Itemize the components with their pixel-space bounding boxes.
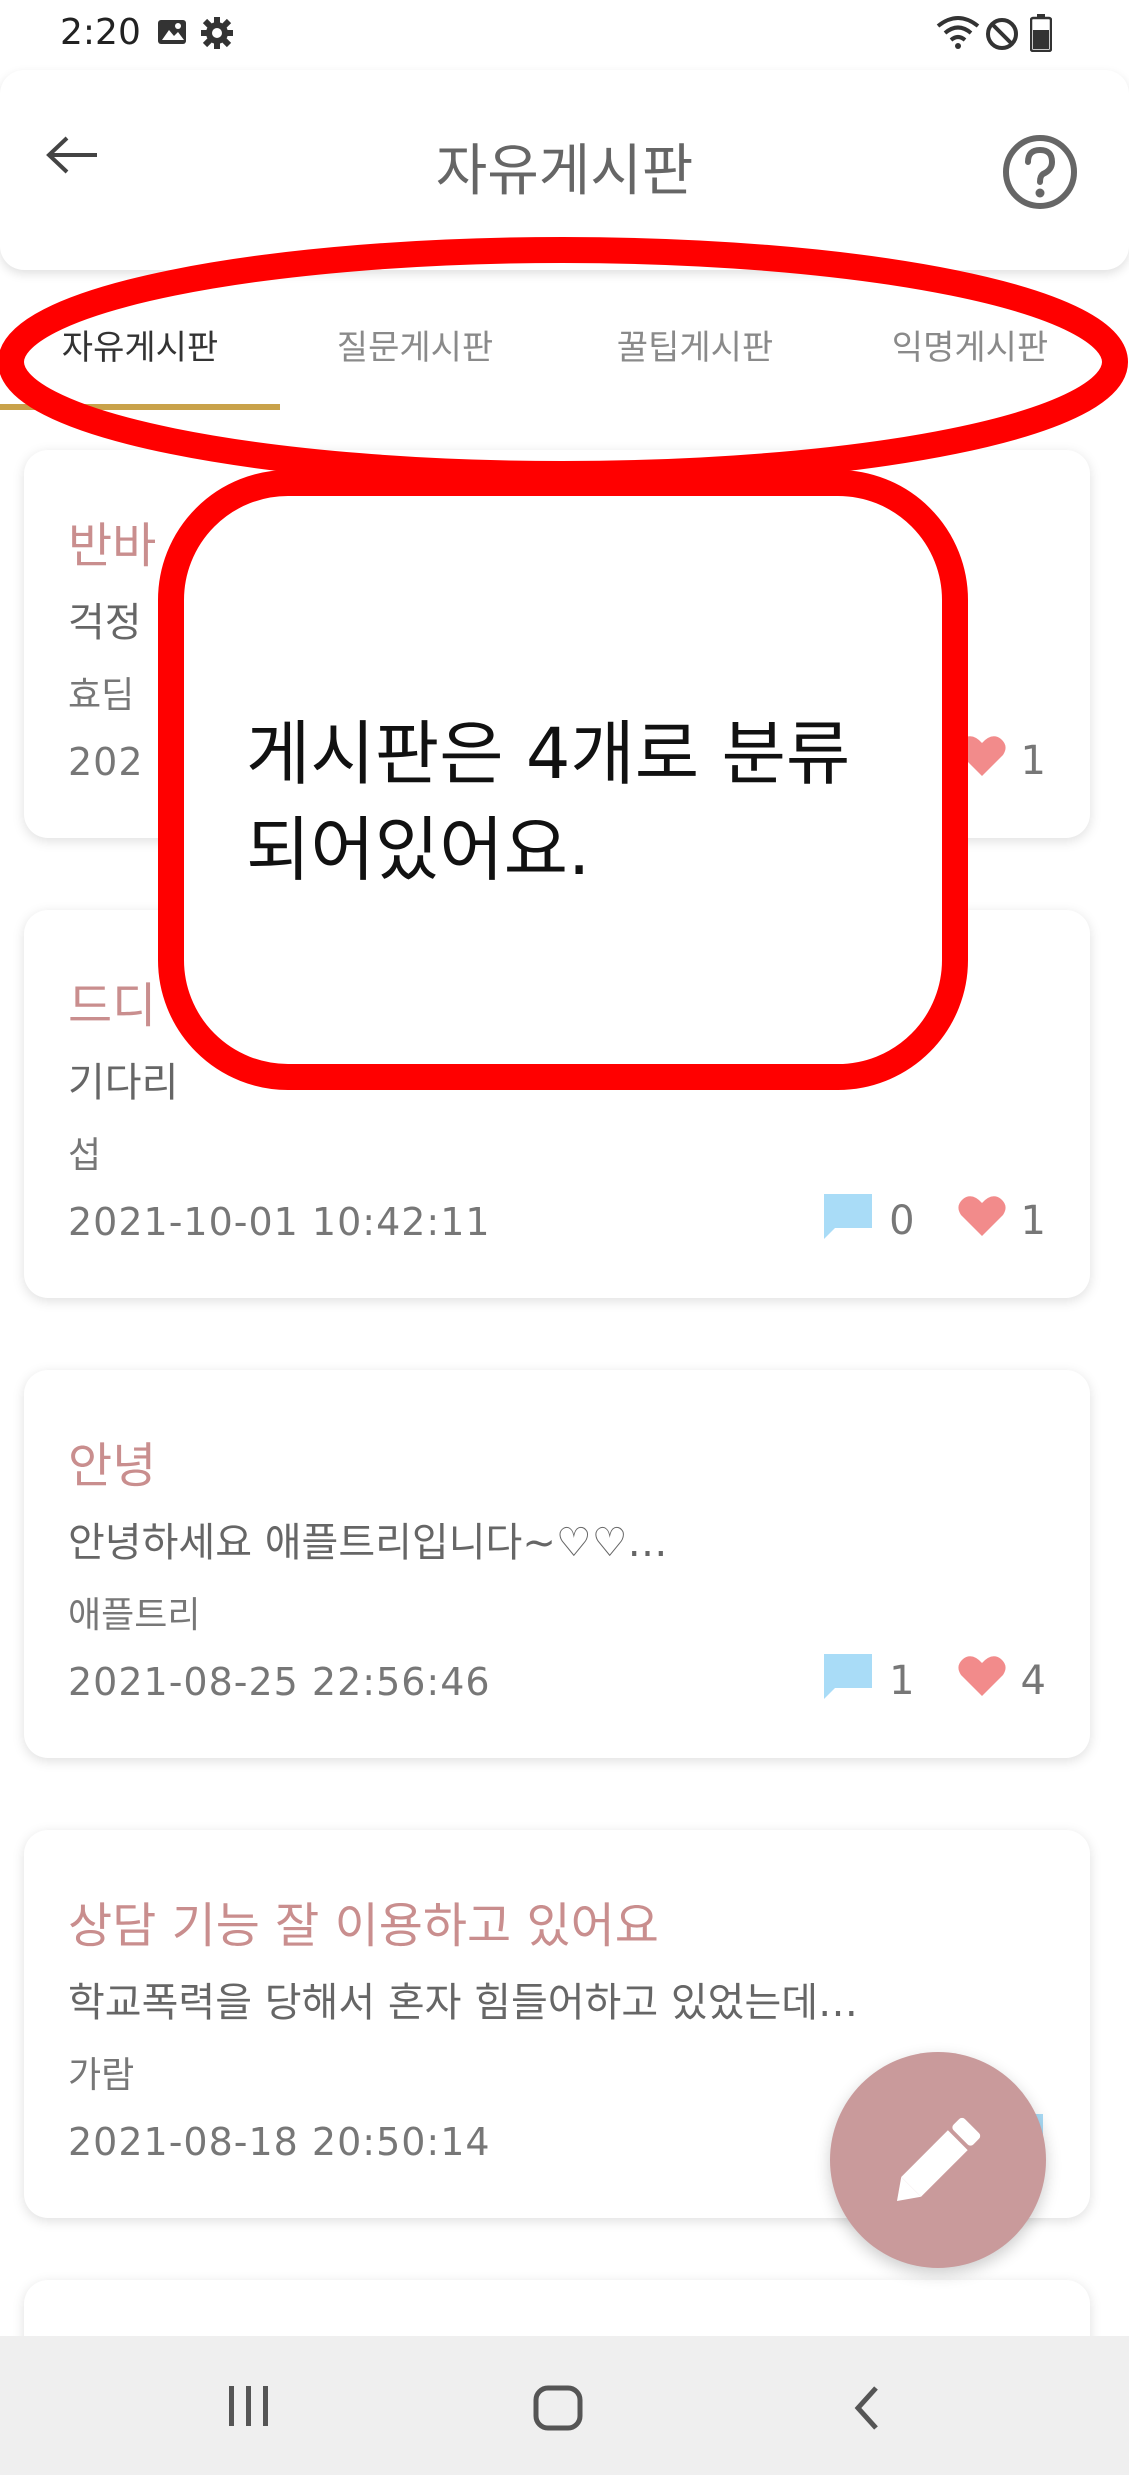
post-title: 안녕 bbox=[68, 1438, 157, 1494]
tab-anonymous-board[interactable]: 익명게시판 bbox=[830, 320, 1110, 369]
heart-icon bbox=[957, 1194, 1007, 1248]
post-author: 효딤 bbox=[68, 675, 135, 716]
post-author: 섭 bbox=[68, 1135, 102, 1176]
post-preview: 걱정 bbox=[68, 600, 142, 646]
battery-icon bbox=[1029, 14, 1053, 56]
back-arrow-icon[interactable] bbox=[45, 135, 101, 179]
write-post-button[interactable] bbox=[830, 2052, 1046, 2268]
post-title: 상담 기능 잘 이용하고 있어요 bbox=[68, 1898, 659, 1954]
like-count: 1 bbox=[1020, 738, 1046, 784]
post-title: 반바 bbox=[68, 518, 157, 574]
back-nav-icon[interactable] bbox=[852, 2384, 882, 2436]
dnd-icon bbox=[984, 16, 1020, 56]
heart-icon bbox=[957, 1654, 1007, 1708]
post-stats: 0 1 bbox=[821, 1194, 1046, 1248]
post-stats: 1 4 bbox=[821, 1654, 1046, 1708]
status-bar: 2:20 bbox=[0, 0, 1129, 70]
post-date: 2021-10-01 10:42:11 bbox=[68, 1200, 491, 1244]
gear-icon bbox=[200, 16, 234, 54]
comment-count: 1 bbox=[889, 1658, 915, 1704]
like-count: 4 bbox=[1020, 1658, 1046, 1704]
comment-icon bbox=[821, 1651, 875, 1711]
app-header: 자유게시판 bbox=[0, 70, 1129, 270]
recent-apps-icon[interactable] bbox=[226, 2384, 272, 2432]
post-preview: 기다리 bbox=[68, 1060, 179, 1106]
annotation-callout: 게시판은 4개로 분류 되어있어요. bbox=[158, 470, 968, 1090]
system-nav-bar bbox=[0, 2336, 1129, 2475]
status-time: 2:20 bbox=[60, 12, 141, 53]
active-tab-indicator bbox=[0, 404, 280, 410]
post-stats: 1 bbox=[957, 736, 1046, 786]
image-icon bbox=[156, 16, 188, 52]
comment-icon bbox=[821, 1191, 875, 1251]
tab-tip-board[interactable]: 꿀팁게시판 bbox=[555, 320, 835, 369]
post-card[interactable]: 안녕 안녕하세요 애플트리입니다~♡♡… 애플트리 2021-08-25 22:… bbox=[24, 1370, 1090, 1758]
post-date: 2021-08-18 20:50:14 bbox=[68, 2120, 491, 2164]
post-preview: 학교폭력을 당해서 혼자 힘들어하고 있었는데… bbox=[68, 1980, 859, 2026]
post-author: 애플트리 bbox=[68, 1595, 201, 1636]
comment-count: 0 bbox=[889, 1198, 915, 1244]
post-date: 2021-08-25 22:56:46 bbox=[68, 1660, 491, 1704]
post-title: 드디 bbox=[68, 978, 157, 1034]
page-title: 자유게시판 bbox=[435, 139, 694, 204]
annotation-text: 게시판은 4개로 분류 되어있어요. bbox=[246, 713, 851, 891]
home-icon[interactable] bbox=[532, 2384, 584, 2436]
wifi-icon bbox=[936, 14, 980, 54]
post-date: 202 bbox=[68, 740, 144, 784]
tab-question-board[interactable]: 질문게시판 bbox=[275, 320, 555, 369]
post-author: 가람 bbox=[68, 2055, 135, 2096]
like-count: 1 bbox=[1020, 1198, 1046, 1244]
help-circle-icon[interactable] bbox=[1000, 132, 1080, 216]
tab-free-board[interactable]: 자유게시판 bbox=[0, 320, 280, 369]
board-tabs: 자유게시판 질문게시판 꿀팁게시판 익명게시판 bbox=[0, 290, 1129, 410]
pencil-icon bbox=[896, 2117, 981, 2202]
post-preview: 안녕하세요 애플트리입니다~♡♡… bbox=[68, 1520, 668, 1566]
